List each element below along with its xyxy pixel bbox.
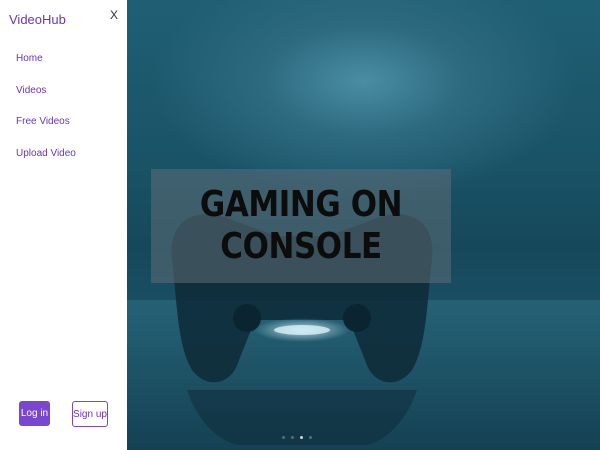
carousel-indicator-4[interactable] <box>309 436 312 439</box>
carousel-indicator-3[interactable] <box>300 436 303 439</box>
carousel-indicator-2[interactable] <box>291 436 294 439</box>
carousel-indicators <box>282 436 312 439</box>
hero-carousel[interactable]: GAMING ON CONSOLE <box>127 0 600 450</box>
signup-button[interactable]: Sign up <box>72 401 108 427</box>
drawer-nav: Home Videos Free Videos Upload Video <box>16 53 76 179</box>
nav-item-home[interactable]: Home <box>16 53 76 85</box>
page: GAMING ON CONSOLE VideoHub X Home Videos… <box>0 0 600 450</box>
slide-caption-box: GAMING ON CONSOLE <box>151 169 451 283</box>
nav-item-free-videos[interactable]: Free Videos <box>16 116 76 148</box>
login-button[interactable]: Log in <box>19 401 50 426</box>
close-drawer-button[interactable]: X <box>110 8 118 22</box>
side-drawer: VideoHub X Home Videos Free Videos Uploa… <box>0 0 127 450</box>
nav-item-videos[interactable]: Videos <box>16 85 76 117</box>
slide-caption: GAMING ON CONSOLE <box>199 184 403 267</box>
nav-item-upload-video[interactable]: Upload Video <box>16 148 76 180</box>
brand-title[interactable]: VideoHub <box>9 12 66 27</box>
carousel-indicator-1[interactable] <box>282 436 285 439</box>
